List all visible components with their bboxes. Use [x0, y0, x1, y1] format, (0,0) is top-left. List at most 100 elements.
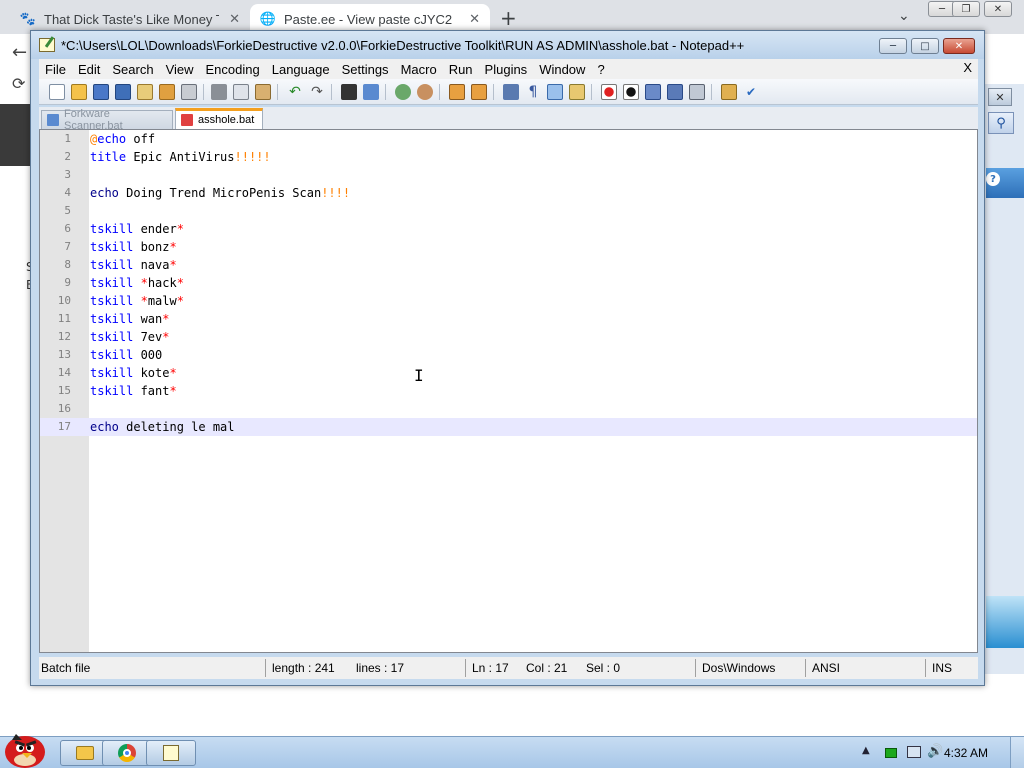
code-token: tskill	[90, 276, 134, 290]
close-tab-icon[interactable]: ✕	[229, 11, 240, 27]
code-token: ender	[133, 222, 177, 236]
code-line[interactable]: 12 tskill 7ev*	[40, 328, 977, 346]
browser-close-button[interactable]: ✕	[984, 1, 1012, 17]
find-icon[interactable]	[341, 84, 357, 100]
save-icon[interactable]	[93, 84, 109, 100]
undo-icon[interactable]: ↶	[287, 84, 303, 100]
redo-icon[interactable]: ↷	[309, 84, 325, 100]
code-text: tskill *hack*	[90, 274, 184, 292]
menu-macro[interactable]: Macro	[395, 62, 443, 77]
paste-icon[interactable]	[255, 84, 271, 100]
menu-bar: File Edit Search View Encoding Language …	[39, 59, 978, 79]
minimize-button[interactable]: ─	[879, 38, 907, 54]
tab-asshole-bat[interactable]: asshole.bat	[175, 108, 263, 129]
close-button[interactable]: ✕	[943, 38, 975, 54]
network-icon[interactable]	[907, 746, 921, 758]
record-macro-icon[interactable]	[601, 84, 617, 100]
show-hidden-icons-button[interactable]: ▲	[862, 745, 870, 756]
run-macro-multiple-icon[interactable]	[667, 84, 683, 100]
new-tab-button[interactable]: +	[500, 6, 517, 30]
code-line[interactable]: 17 echo deleting le mal	[40, 418, 977, 436]
code-line[interactable]: 6 tskill ender*	[40, 220, 977, 238]
indent-guide-icon[interactable]	[547, 84, 563, 100]
close-all-icon[interactable]	[159, 84, 175, 100]
code-line[interactable]: 11 tskill wan*	[40, 310, 977, 328]
editor-lines: 1 @echo off 2 title Epic AntiVirus!!!!! 3 4 ec…	[40, 130, 977, 436]
status-separator	[465, 659, 466, 677]
save-all-icon[interactable]	[115, 84, 131, 100]
search-icon[interactable]: ⚲	[988, 112, 1014, 134]
menu-view[interactable]: View	[160, 62, 200, 77]
menu-settings[interactable]: Settings	[336, 62, 395, 77]
code-line[interactable]: 16	[40, 400, 977, 418]
show-desktop-button[interactable]	[1010, 737, 1024, 768]
stop-recording-icon[interactable]	[623, 84, 639, 100]
window-titlebar[interactable]: *C:\Users\LOL\Downloads\ForkieDestructiv…	[31, 31, 984, 59]
code-token: *	[162, 312, 170, 326]
code-token: echo	[97, 132, 127, 146]
spell-check-icon[interactable]: ✔	[743, 84, 759, 100]
code-editor[interactable]: 1 @echo off 2 title Epic AntiVirus!!!!! 3 4 ec…	[39, 129, 978, 653]
menu-window[interactable]: Window	[533, 62, 591, 77]
background-window-close-button[interactable]: ✕	[988, 88, 1012, 106]
show-all-characters-icon[interactable]: ¶	[525, 84, 541, 100]
tab-search-dropdown-icon[interactable]: ⌄	[898, 8, 910, 24]
save-macro-icon[interactable]	[689, 84, 705, 100]
open-file-icon[interactable]	[71, 84, 87, 100]
cut-icon[interactable]	[211, 84, 227, 100]
line-number: 12	[57, 330, 71, 343]
angry-bird-desktop-icon[interactable]	[2, 728, 48, 768]
refresh-icon[interactable]: ⟳	[12, 74, 25, 93]
volume-icon[interactable]: 🔊	[927, 744, 943, 759]
code-line[interactable]: 15 tskill fant*	[40, 382, 977, 400]
code-token: tskill	[90, 312, 134, 326]
code-line[interactable]: 2 title Epic AntiVirus!!!!!	[40, 148, 977, 166]
folder-workspace-icon[interactable]	[721, 84, 737, 100]
code-line[interactable]: 9 tskill *hack*	[40, 274, 977, 292]
replace-icon[interactable]	[363, 84, 379, 100]
copy-icon[interactable]	[233, 84, 249, 100]
code-line[interactable]: 7 tskill bonz*	[40, 238, 977, 256]
print-icon[interactable]	[181, 84, 197, 100]
code-line[interactable]: 3	[40, 166, 977, 184]
code-token: 7ev	[133, 330, 163, 344]
code-line[interactable]: 8 tskill nava*	[40, 256, 977, 274]
close-document-button[interactable]: X	[963, 60, 972, 75]
code-line[interactable]: 10 tskill *malw*	[40, 292, 977, 310]
sync-vertical-icon[interactable]	[449, 84, 465, 100]
close-tab-icon[interactable]: ✕	[469, 11, 480, 27]
menu-file[interactable]: File	[39, 62, 72, 77]
taskbar-clock[interactable]: 4:32 AM	[944, 746, 988, 760]
code-token: bonz	[133, 240, 170, 254]
menu-help[interactable]: ?	[591, 62, 610, 77]
menu-search[interactable]: Search	[106, 62, 159, 77]
browser-restore-button[interactable]: ❐	[952, 1, 980, 17]
word-wrap-icon[interactable]	[503, 84, 519, 100]
play-macro-icon[interactable]	[645, 84, 661, 100]
code-line[interactable]: 5	[40, 202, 977, 220]
help-icon[interactable]: ?	[986, 172, 1000, 186]
close-file-icon[interactable]	[137, 84, 153, 100]
menu-encoding[interactable]: Encoding	[200, 62, 266, 77]
code-line[interactable]: 1 @echo off	[40, 130, 977, 148]
code-text: tskill 7ev*	[90, 328, 170, 346]
zoom-in-icon[interactable]	[395, 84, 411, 100]
battery-icon[interactable]	[885, 748, 897, 758]
maximize-button[interactable]: □	[911, 38, 939, 54]
menu-edit[interactable]: Edit	[72, 62, 106, 77]
taskbar-notepadpp-button[interactable]	[146, 740, 196, 766]
zoom-out-icon[interactable]	[417, 84, 433, 100]
document-map-icon[interactable]	[569, 84, 585, 100]
sync-horizontal-icon[interactable]	[471, 84, 487, 100]
menu-plugins[interactable]: Plugins	[479, 62, 534, 77]
code-line[interactable]: 13 tskill 000	[40, 346, 977, 364]
tab-forkware-scanner[interactable]: Forkware Scanner.bat	[41, 108, 173, 132]
code-line[interactable]: 14 tskill kote*	[40, 364, 977, 382]
code-line[interactable]: 4 echo Doing Trend MicroPenis Scan!!!!	[40, 184, 977, 202]
toolbar-separator	[591, 84, 592, 100]
menu-language[interactable]: Language	[266, 62, 336, 77]
new-file-icon[interactable]	[49, 84, 65, 100]
menu-run[interactable]: Run	[443, 62, 479, 77]
taskbar-chrome-button[interactable]	[102, 740, 152, 766]
back-arrow-icon[interactable]: ←	[12, 42, 27, 63]
